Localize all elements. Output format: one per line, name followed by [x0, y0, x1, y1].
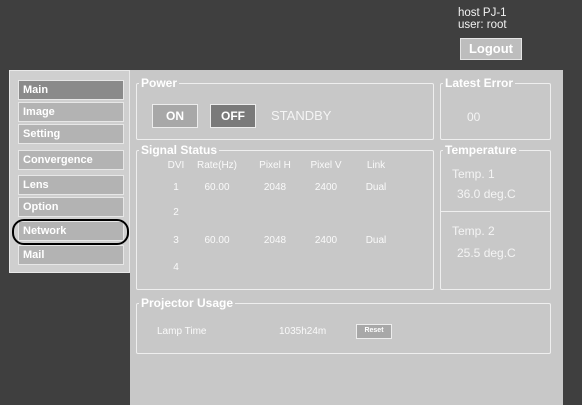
signal-row3-link: Dual	[365, 235, 387, 246]
power-state-text: STANDBY	[271, 108, 332, 123]
signal-row3-rate: 60.00	[204, 235, 230, 246]
logout-button[interactable]: Logout	[460, 38, 522, 60]
session-info: host PJ-1 user: root	[458, 7, 507, 31]
signal-row1-pixel-h: 2048	[263, 182, 287, 193]
projector-usage-title: Projector Usage	[141, 296, 234, 310]
projector-usage-group: Projector Usage	[136, 296, 551, 354]
signal-status-title: Signal Status	[141, 143, 218, 157]
signal-header-rate: Rate(Hz)	[196, 160, 237, 171]
sidebar-item-setting[interactable]: Setting	[18, 124, 124, 144]
sidebar-item-option[interactable]: Option	[18, 197, 124, 217]
lamp-reset-button[interactable]: Reset	[356, 324, 392, 339]
lamp-time-value: 1035h24m	[279, 326, 327, 337]
sidebar-item-main[interactable]: Main	[18, 80, 124, 100]
temp2-label: Temp. 2	[452, 224, 495, 238]
signal-row1-link: Dual	[365, 182, 387, 193]
power-on-button[interactable]: ON	[152, 104, 198, 128]
temperature-divider	[441, 211, 550, 212]
latest-error-value: 00	[467, 110, 481, 124]
latest-error-group: Latest Error	[440, 76, 551, 140]
signal-header-pixel-v: Pixel V	[310, 160, 342, 171]
signal-row1-pixel-v: 2400	[314, 182, 338, 193]
sidebar-item-convergence[interactable]: Convergence	[18, 150, 124, 170]
temperature-title: Temperature	[445, 143, 517, 157]
main-panel: Power ON OFF STANDBY Latest Error 00 Sig…	[130, 70, 563, 405]
temp1-label: Temp. 1	[452, 167, 495, 181]
signal-row2-dvi: 2	[173, 207, 179, 218]
latest-error-title: Latest Error	[445, 76, 514, 90]
signal-row4-dvi: 4	[173, 262, 179, 273]
temperature-group: Temperature	[440, 143, 551, 290]
lamp-time-label: Lamp Time	[157, 326, 207, 337]
signal-row1-rate: 60.00	[204, 182, 230, 193]
host-label: host PJ-1	[458, 7, 507, 19]
sidebar-item-image[interactable]: Image	[18, 102, 124, 122]
sidebar-item-lens[interactable]: Lens	[18, 175, 124, 195]
power-title: Power	[141, 76, 178, 90]
sidebar-item-mail[interactable]: Mail	[18, 245, 124, 265]
user-label: user: root	[458, 19, 507, 31]
signal-header-pixel-h: Pixel H	[259, 160, 291, 171]
temp2-value: 25.5 deg.C	[457, 246, 516, 260]
signal-header-link: Link	[366, 160, 386, 171]
network-highlight-ring	[12, 219, 129, 245]
temp1-value: 36.0 deg.C	[457, 187, 516, 201]
power-off-button[interactable]: OFF	[210, 104, 256, 128]
signal-row3-pixel-v: 2400	[314, 235, 338, 246]
signal-row3-pixel-h: 2048	[263, 235, 287, 246]
